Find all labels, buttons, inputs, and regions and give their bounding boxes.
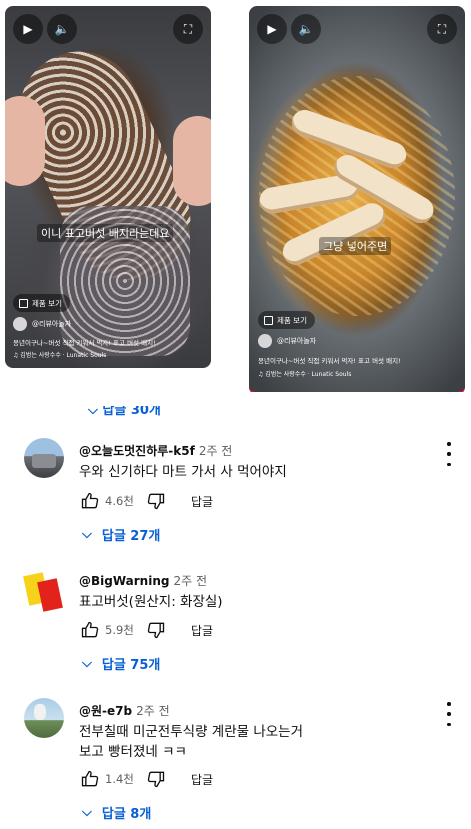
replies-toggle[interactable]: ⌵ 답글 8개 <box>82 803 151 822</box>
channel-avatar <box>13 317 27 331</box>
channel-avatar <box>258 334 272 348</box>
thumbs-down-icon[interactable] <box>145 768 167 790</box>
avatar[interactable] <box>24 698 64 738</box>
video-title: 몽년이구나~버섯 직접 키워서 먹자! 표고 버섯 배지! <box>13 339 156 347</box>
comment-item: @오늘도멋진하루-k5f 2주 전 우와 신기하다 마트 가서 사 먹어야지 4.… <box>0 438 471 568</box>
play-icon[interactable]: ▶ <box>13 14 43 44</box>
play-icon[interactable]: ▶ <box>257 14 287 44</box>
comment-text: 표고버섯(원산지: 화장실) <box>79 594 223 610</box>
volume-icon[interactable]: 🔈 <box>47 14 77 44</box>
channel-name: @리뷰아놀자 <box>277 337 317 345</box>
comment-item: @원-e7b 2주 전 전부칠때 미군전투식량 계란물 나오는거 보고 빵터졌네 … <box>0 698 471 828</box>
music-label[interactable]: ♫ 김범는 사랑수수 · Lunatic Souls <box>13 350 106 359</box>
video-title: 몽년이구나~버섯 직접 키워서 먹자! 표고 버섯 배지! <box>258 357 401 365</box>
reply-button[interactable]: 답글 <box>191 771 213 788</box>
chevron-down-icon: ⌵ <box>82 656 92 671</box>
comment-author[interactable]: @BigWarning <box>79 574 169 588</box>
short-video-card-1[interactable]: ▶ 🔈 ⛶ 이니 표고버섯 배지라는데요 제품 보기 @리뷰아놀자 몽년이구나~… <box>5 6 211 368</box>
music-label[interactable]: ♫ 김범는 사랑수수 · Lunatic Souls <box>258 369 351 378</box>
comment-header: @원-e7b 2주 전 <box>79 702 170 719</box>
hand-image <box>173 116 211 206</box>
comment-actions: 5.9천 답글 <box>79 619 213 641</box>
video-caption: 그냥 넣어주면 <box>319 237 392 255</box>
thumbs-down-icon[interactable] <box>145 619 167 641</box>
comment-time[interactable]: 2주 전 <box>136 704 170 718</box>
shopping-bag-icon <box>19 298 28 308</box>
channel-info[interactable]: @리뷰아놀자 <box>258 334 316 348</box>
comment-actions: 1.4천 답글 <box>79 768 213 790</box>
more-options-icon[interactable] <box>441 442 457 466</box>
chevron-down-icon: ⌵ <box>82 805 92 820</box>
channel-info[interactable]: @리뷰아놀자 <box>13 317 71 331</box>
volume-icon[interactable]: 🔈 <box>291 14 321 44</box>
avatar[interactable] <box>24 438 64 478</box>
view-product-button[interactable]: 제품 보기 <box>258 311 315 329</box>
like-count: 1.4천 <box>105 772 134 786</box>
clip-overlay <box>0 392 471 406</box>
reply-button[interactable]: 답글 <box>191 622 213 639</box>
fullscreen-icon[interactable]: ⛶ <box>427 14 457 44</box>
video-caption: 이니 표고버섯 배지라는데요 <box>37 224 174 242</box>
short-video-card-2[interactable]: ▶ 🔈 ⛶ 그냥 넣어주면 제품 보기 @리뷰아놀자 몽년이구나~버섯 직접 키… <box>249 6 465 395</box>
comment-header: @오늘도멋진하루-k5f 2주 전 <box>79 442 232 459</box>
hand-image <box>5 96 45 186</box>
chevron-down-icon: ⌵ <box>82 527 92 542</box>
thumbs-down-icon[interactable] <box>145 490 167 512</box>
comment-actions: 4.6천 답글 <box>79 490 213 512</box>
comment-text: 우와 신기하다 마트 가서 사 먹어야지 <box>79 464 287 480</box>
comment-author[interactable]: @원-e7b <box>79 704 132 718</box>
comment-text: 전부칠때 미군전투식량 계란물 나오는거 보고 빵터졌네 ㅋㅋ <box>79 724 304 760</box>
thumbs-up-icon[interactable] <box>79 490 101 512</box>
view-product-button[interactable]: 제품 보기 <box>13 294 70 312</box>
more-options-icon[interactable] <box>441 702 457 726</box>
comment-item: @BigWarning 2주 전 표고버섯(원산지: 화장실) 5.9천 답글 ⌵… <box>0 568 471 698</box>
replies-toggle[interactable]: ⌵ 답글 75개 <box>82 654 160 673</box>
thumbs-up-icon[interactable] <box>79 768 101 790</box>
like-count: 4.6천 <box>105 494 134 508</box>
comment-time[interactable]: 2주 전 <box>199 444 233 458</box>
comment-author[interactable]: @오늘도멋진하루-k5f <box>79 444 195 458</box>
avatar[interactable] <box>23 568 64 612</box>
shopping-bag-icon <box>264 315 273 325</box>
reply-button[interactable]: 답글 <box>191 493 213 510</box>
comment-time[interactable]: 2주 전 <box>173 574 207 588</box>
comment-header: @BigWarning 2주 전 <box>79 572 207 589</box>
channel-name: @리뷰아놀자 <box>32 320 72 328</box>
like-count: 5.9천 <box>105 623 134 637</box>
thumbs-up-icon[interactable] <box>79 619 101 641</box>
replies-toggle[interactable]: ⌵ 답글 27개 <box>82 525 160 544</box>
fullscreen-icon[interactable]: ⛶ <box>173 14 203 44</box>
